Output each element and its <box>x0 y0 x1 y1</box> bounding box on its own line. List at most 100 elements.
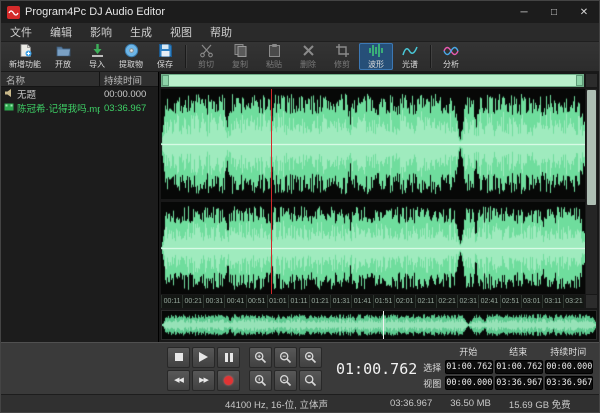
open-folder-icon <box>56 43 71 58</box>
zoom-in-icon <box>254 351 267 364</box>
selection-end-field[interactable]: 01:00.762 <box>495 360 543 374</box>
record-button[interactable] <box>217 370 240 391</box>
crop-trim-icon <box>335 43 350 58</box>
skip-forward-button[interactable]: ▶▶ <box>192 370 215 391</box>
current-time-display: 01:00.762 <box>336 360 417 378</box>
toolbar-separator <box>430 45 431 68</box>
copy-button[interactable]: 复制 <box>223 43 257 70</box>
import-button[interactable]: 导入 <box>80 43 114 70</box>
new-document-icon <box>18 43 33 58</box>
ruler-label: 02:51 <box>500 295 521 308</box>
new-button[interactable]: 新增功能 <box>4 43 46 70</box>
scrollbar-corner <box>586 74 597 87</box>
zoom-handle-left[interactable] <box>162 75 169 86</box>
status-duration: 03:36.967 <box>390 398 432 409</box>
ruler-label: 00:11 <box>161 295 182 308</box>
menu-help[interactable]: 帮助 <box>201 23 241 41</box>
timeline-ruler[interactable]: 00:1100:2100:3100:4100:5101:0101:1101:21… <box>161 295 584 308</box>
selection-duration-field[interactable]: 00:00.000 <box>545 360 593 374</box>
main-area: 名称 持续时间 无题 00:00.000 陈冠希·记得我吗.mp4 03:36.… <box>1 72 599 342</box>
zoom-selection-button[interactable] <box>299 347 322 368</box>
trim-button[interactable]: 修剪 <box>325 43 359 70</box>
play-button[interactable] <box>192 347 215 368</box>
skip-back-icon: ◀◀ <box>174 376 183 384</box>
file-list-item-selected[interactable]: 陈冠希·记得我吗.mp4 03:36.967 <box>1 101 158 115</box>
waveform-display[interactable] <box>161 89 585 294</box>
waveform-channel-right[interactable] <box>161 202 585 294</box>
cut-button[interactable]: 剪切 <box>189 43 223 70</box>
video-file-icon <box>4 102 14 115</box>
transport-bar: ◀◀ ▶▶ 01:00.762 开始 结束 持续时间 选择 01:00.762 … <box>1 342 599 394</box>
zoom-out-icon <box>279 351 292 364</box>
skip-back-button[interactable]: ◀◀ <box>167 370 190 391</box>
ruler-label: 00:51 <box>246 295 267 308</box>
pause-button[interactable] <box>217 347 240 368</box>
window-title: Program4Pc DJ Audio Editor <box>25 6 509 18</box>
close-button[interactable]: ✕ <box>569 1 599 23</box>
analyze-button[interactable]: 分析 <box>434 43 468 70</box>
view-start-field[interactable]: 00:00.000 <box>445 376 493 390</box>
import-arrow-icon <box>90 43 105 58</box>
zoom-full-button[interactable] <box>299 370 322 391</box>
spectrum-icon <box>402 43 418 58</box>
ruler-label: 02:11 <box>415 295 436 308</box>
selection-start-field[interactable]: 01:00.762 <box>445 360 493 374</box>
ruler-label: 00:31 <box>203 295 224 308</box>
ruler-label: 00:41 <box>224 295 245 308</box>
app-window: Program4Pc DJ Audio Editor ─ □ ✕ 文件 编辑 影… <box>0 0 600 413</box>
overview-waveform-canvas[interactable] <box>162 311 596 339</box>
zoom-out-button[interactable] <box>274 347 297 368</box>
stop-button[interactable] <box>167 347 190 368</box>
menu-generate[interactable]: 生成 <box>121 23 161 41</box>
file-list-panel: 名称 持续时间 无题 00:00.000 陈冠希·记得我吗.mp4 03:36.… <box>1 72 159 342</box>
zoom-vertical-out-button[interactable] <box>274 370 297 391</box>
zoom-full-icon <box>304 374 317 387</box>
save-button[interactable]: 保存 <box>148 43 182 70</box>
spectrum-view-button[interactable]: 光谱 <box>393 43 427 70</box>
menu-edit[interactable]: 编辑 <box>41 23 81 41</box>
horizontal-zoom-bar[interactable] <box>161 74 584 87</box>
view-end-field[interactable]: 03:36.967 <box>495 376 543 390</box>
ruler-label: 02:21 <box>436 295 457 308</box>
menu-file[interactable]: 文件 <box>1 23 41 41</box>
menu-view[interactable]: 视图 <box>161 23 201 41</box>
scrollbar-corner <box>586 295 597 308</box>
extract-button[interactable]: 提取物 <box>114 43 148 70</box>
waveform-view-button[interactable]: 波形 <box>359 43 393 70</box>
waveform-icon <box>368 43 384 58</box>
open-button[interactable]: 开放 <box>46 43 80 70</box>
zoom-in-button[interactable] <box>249 347 272 368</box>
file-list-header: 名称 持续时间 <box>1 72 158 87</box>
overview-waveform[interactable] <box>161 310 597 340</box>
vertical-scrollbar[interactable] <box>586 89 597 294</box>
delete-button[interactable]: 删除 <box>291 43 325 70</box>
toolbar: 新增功能 开放 导入 提取物 保存 剪切 复制 粘贴 <box>1 42 599 72</box>
toolbar-separator <box>185 45 186 68</box>
waveform-panel: 00:1100:2100:3100:4100:5101:0101:1101:21… <box>159 72 599 342</box>
selection-header-duration: 持续时间 <box>543 345 593 358</box>
menu-effects[interactable]: 影响 <box>81 23 121 41</box>
zoom-vertical-in-icon <box>254 374 267 387</box>
column-header-name[interactable]: 名称 <box>1 72 100 86</box>
status-audio-format: 44100 Hz, 16-位, 立体声 <box>225 397 328 411</box>
play-icon <box>199 352 208 362</box>
delete-x-icon <box>301 43 316 58</box>
status-bar: 44100 Hz, 16-位, 立体声 03:36.967 36.50 MB 1… <box>1 394 599 412</box>
skip-forward-icon: ▶▶ <box>199 376 208 384</box>
column-header-duration[interactable]: 持续时间 <box>100 72 158 86</box>
paste-button[interactable]: 粘贴 <box>257 43 291 70</box>
maximize-button[interactable]: □ <box>539 1 569 23</box>
app-logo-icon <box>7 6 20 19</box>
minimize-button[interactable]: ─ <box>509 1 539 23</box>
waveform-channel-left[interactable] <box>161 89 585 199</box>
view-duration-field[interactable]: 03:36.967 <box>545 376 593 390</box>
vertical-scrollbar-thumb[interactable] <box>587 90 596 205</box>
file-duration: 00:00.000 <box>100 89 158 100</box>
pause-icon <box>225 353 233 362</box>
file-list-item[interactable]: 无题 00:00.000 <box>1 87 158 101</box>
overview-position-cursor[interactable] <box>383 311 384 339</box>
view-row-label: 视图 <box>417 377 441 390</box>
ruler-label: 01:31 <box>330 295 351 308</box>
zoom-handle-right[interactable] <box>576 75 583 86</box>
zoom-vertical-in-button[interactable] <box>249 370 272 391</box>
